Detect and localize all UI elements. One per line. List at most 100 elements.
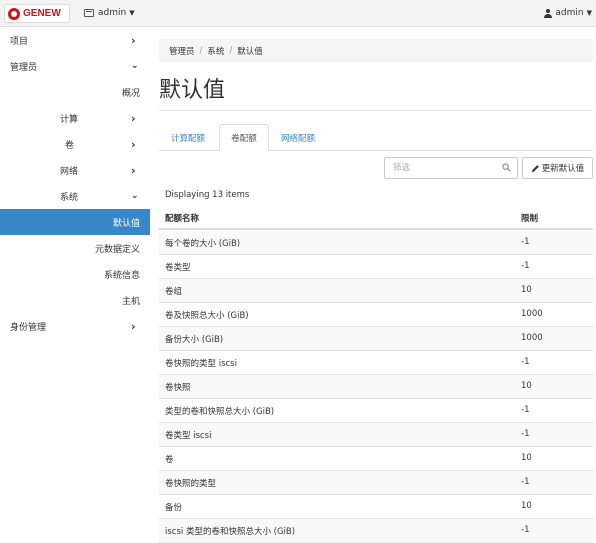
tab-network-quota[interactable]: 网络配额 — [271, 124, 325, 151]
table-row: 备份大小 (GiB) 1000 — [159, 327, 593, 351]
quota-limit-cell: 10 — [521, 285, 532, 295]
quota-name-cell: 卷 — [165, 455, 174, 465]
table-row: 每个卷的大小 (GiB) -1 — [159, 231, 593, 255]
sidebar-item-hosts[interactable]: 主机 — [0, 287, 150, 313]
sidebar-item-label: 计算 — [60, 114, 79, 125]
chevron-right-icon: › — [131, 137, 136, 151]
item-count: Displaying 13 items — [165, 190, 250, 200]
quota-tabs: 计算配额 卷配额 网络配额 — [159, 124, 593, 151]
chevron-down-icon: ⌄ — [131, 61, 139, 71]
brand-name: GENEW — [23, 8, 61, 19]
chevron-right-icon: › — [131, 33, 136, 47]
quota-name-cell: 卷快照 — [165, 383, 191, 393]
table-row: 卷组 10 — [159, 279, 593, 303]
breadcrumb-separator: / — [199, 45, 203, 56]
quota-limit-cell: 1000 — [521, 333, 543, 343]
sidebar-item-label: 默认值 — [112, 218, 140, 229]
caret-down-icon: ▼ — [129, 9, 135, 17]
sidebar: 项目 › 管理员 ⌄ 概况 计算 › 卷 › 网络 › 系统 ⌄ 默认值 元数据… — [0, 27, 150, 542]
filter-box — [384, 157, 518, 179]
quota-name-cell: 卷及快照总大小 (GiB) — [165, 311, 249, 321]
sidebar-item-system[interactable]: 系统 ⌄ — [0, 183, 150, 209]
project-dropdown[interactable]: admin ▼ — [84, 8, 135, 18]
chevron-right-icon: › — [131, 163, 136, 177]
chevron-right-icon: › — [131, 111, 136, 125]
sidebar-item-label: 管理员 — [10, 62, 38, 73]
sidebar-item-identity[interactable]: 身份管理 › — [0, 313, 150, 339]
breadcrumb-item[interactable]: 管理员 — [169, 45, 195, 57]
update-defaults-button[interactable]: 更新默认值 — [522, 157, 593, 179]
quota-name-cell: 卷组 — [165, 287, 183, 297]
table-row: 卷类型 iscsi -1 — [159, 423, 593, 447]
sidebar-item-volume[interactable]: 卷 › — [0, 131, 150, 157]
quota-limit-cell: -1 — [521, 237, 530, 247]
top-navbar: GENEW admin ▼ admin ▼ — [0, 0, 596, 27]
quota-limit-cell: 10 — [521, 381, 532, 391]
table-row: 卷及快照总大小 (GiB) 1000 — [159, 303, 593, 327]
table-row: 卷快照 10 — [159, 375, 593, 399]
filter-input[interactable] — [385, 158, 495, 178]
quota-name-cell: 每个卷的大小 (GiB) — [165, 239, 241, 249]
user-icon — [544, 8, 553, 18]
sidebar-item-overview[interactable]: 概况 — [0, 79, 150, 105]
table-row: 类型的卷和快照总大小 (GiB) -1 — [159, 399, 593, 423]
quota-limit-cell: -1 — [521, 429, 530, 439]
sidebar-item-system-info[interactable]: 系统信息 — [0, 261, 150, 287]
quota-limit-cell: -1 — [521, 477, 530, 487]
quota-limit-cell: -1 — [521, 357, 530, 367]
sidebar-item-admin[interactable]: 管理员 ⌄ — [0, 53, 150, 79]
quota-name-cell: 卷类型 — [165, 263, 191, 273]
search-icon[interactable] — [502, 163, 511, 172]
sidebar-item-project[interactable]: 项目 › — [0, 27, 150, 53]
sidebar-item-defaults[interactable]: 默认值 — [0, 209, 150, 235]
quota-name-cell: 类型的卷和快照总大小 (GiB) — [165, 407, 275, 417]
quota-limit-cell: 10 — [521, 501, 532, 511]
sidebar-item-label: 系统 — [60, 192, 79, 203]
sidebar-item-label: 元数据定义 — [94, 244, 140, 255]
project-name: admin — [98, 8, 127, 18]
breadcrumb-item[interactable]: 系统 — [207, 45, 224, 57]
column-header-name[interactable]: 配额名称 — [165, 212, 199, 224]
project-icon — [84, 9, 94, 17]
user-name: admin — [555, 8, 584, 18]
tab-compute-quota[interactable]: 计算配额 — [159, 124, 217, 151]
quota-name-cell: iscsi 类型的卷和快照总大小 (GiB) — [165, 527, 296, 537]
page-title: 默认值 — [159, 78, 226, 103]
tab-volume-quota[interactable]: 卷配额 — [219, 124, 269, 151]
genew-logo-icon — [8, 7, 20, 20]
chevron-right-icon: › — [131, 319, 136, 333]
pencil-icon — [531, 164, 539, 172]
quota-name-cell: 备份 — [165, 503, 183, 513]
table-row: 卷快照的类型 -1 — [159, 471, 593, 495]
sidebar-item-compute[interactable]: 计算 › — [0, 105, 150, 131]
breadcrumb: 管理员 / 系统 / 默认值 — [159, 39, 593, 62]
quota-limit-cell: 10 — [521, 453, 532, 463]
brand-logo[interactable]: GENEW — [4, 4, 70, 23]
sidebar-item-label: 项目 — [10, 36, 29, 47]
sidebar-item-network[interactable]: 网络 › — [0, 157, 150, 183]
quota-limit-cell: 1000 — [521, 309, 543, 319]
table-row: 备份 10 — [159, 495, 593, 519]
table-row: 卷快照的类型 iscsi -1 — [159, 351, 593, 375]
table-row: iscsi 类型的卷和快照总大小 (GiB) -1 — [159, 519, 593, 543]
table-header: 配额名称 限制 — [159, 206, 593, 230]
sidebar-item-metadata[interactable]: 元数据定义 — [0, 235, 150, 261]
quota-name-cell: 备份大小 (GiB) — [165, 335, 224, 345]
quota-limit-cell: -1 — [521, 525, 530, 535]
sidebar-item-label: 卷 — [65, 140, 75, 151]
sidebar-item-label: 系统信息 — [103, 270, 140, 281]
quota-name-cell: 卷快照的类型 iscsi — [165, 359, 237, 369]
table-row: 卷 10 — [159, 447, 593, 471]
sidebar-item-label: 网络 — [60, 166, 79, 177]
update-defaults-label: 更新默认值 — [541, 164, 585, 174]
table-body: 每个卷的大小 (GiB) -1 卷类型 -1 卷组 10 卷及快照总大小 (GiB) 1000… — [159, 231, 593, 543]
quota-name-cell: 卷快照的类型 — [165, 479, 217, 489]
sidebar-item-label: 主机 — [121, 296, 140, 307]
quota-limit-cell: -1 — [521, 405, 530, 415]
quota-limit-cell: -1 — [521, 261, 530, 271]
user-dropdown[interactable]: admin ▼ — [544, 8, 592, 18]
column-header-limit[interactable]: 限制 — [521, 212, 538, 224]
breadcrumb-separator: / — [229, 45, 233, 56]
title-divider — [159, 110, 593, 111]
chevron-down-icon: ⌄ — [131, 191, 139, 201]
